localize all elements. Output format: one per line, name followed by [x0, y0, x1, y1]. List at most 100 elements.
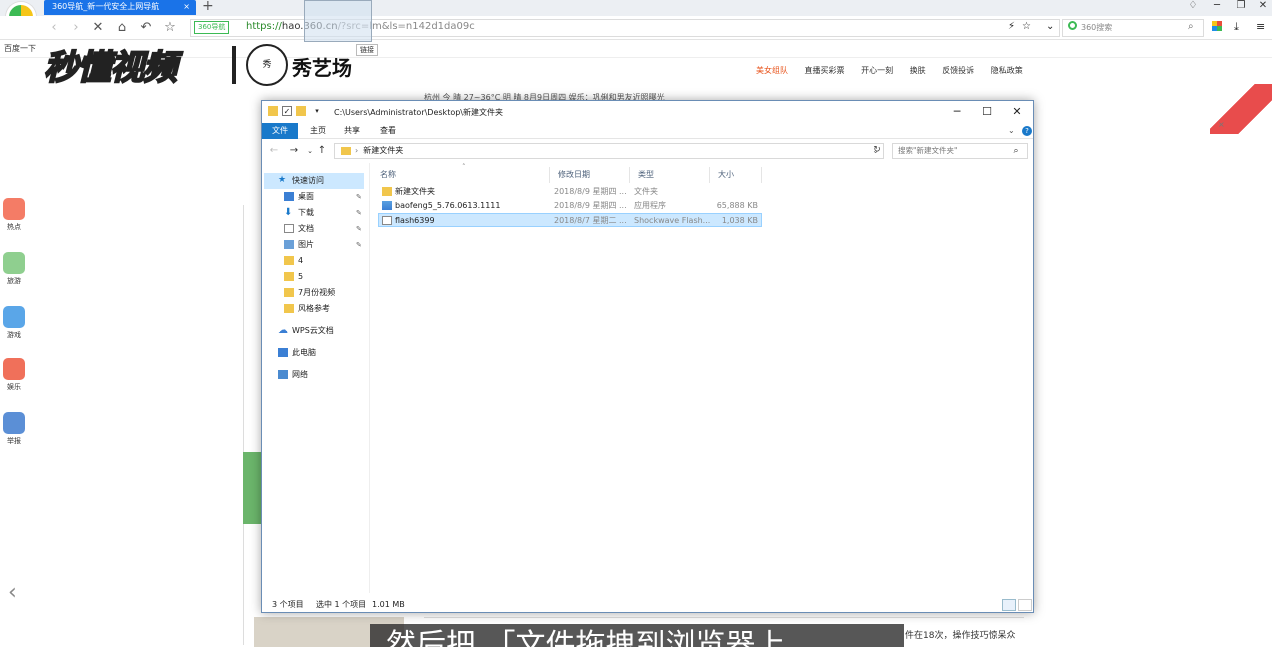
maximize-icon[interactable]: ☐: [972, 104, 1002, 120]
tab-file[interactable]: 文件: [262, 123, 298, 139]
menu-icon[interactable]: ≡: [1256, 20, 1265, 33]
pin-icon[interactable]: ♢: [1182, 0, 1204, 14]
minimize-icon[interactable]: ─: [1206, 0, 1228, 14]
column-type[interactable]: 类型: [630, 167, 710, 183]
drag-link-tooltip: 链接: [356, 44, 378, 56]
nav-wps-cloud[interactable]: ☁ WPS云文档: [278, 323, 334, 339]
apps-icon[interactable]: [1212, 21, 1222, 31]
pin-icon[interactable]: ✎: [356, 193, 362, 201]
forward-icon[interactable]: →: [288, 144, 300, 158]
details-view-icon[interactable]: [1002, 599, 1016, 611]
ad-close-icon[interactable]: ×: [1218, 120, 1225, 129]
tab-share[interactable]: 共享: [344, 123, 360, 139]
nav-network[interactable]: 网络: [278, 367, 308, 383]
nav-desktop[interactable]: 桌面: [284, 189, 314, 205]
properties-icon[interactable]: ✓: [282, 106, 292, 116]
folder-icon: [284, 272, 294, 281]
explorer-title: C:\Users\Administrator\Desktop\新建文件夹: [334, 108, 503, 117]
navigation-row: ← → ⌄ ↑ › 新建文件夹 ⌄ ↻ 搜索"新建文件夹" ⌕: [262, 141, 1033, 161]
large-icons-view-icon[interactable]: [1018, 599, 1032, 611]
customize-dropdown-icon[interactable]: ▾: [312, 106, 322, 116]
tab-home[interactable]: 主页: [310, 123, 326, 139]
tab-close-icon[interactable]: ×: [183, 0, 190, 14]
travel-icon: [3, 252, 25, 274]
file-list: ˄ 名称 修改日期 类型 大小 新建文件夹 2018/8/9 星期四 ... 文…: [372, 163, 1032, 593]
lightning-icon[interactable]: ⚡: [1008, 21, 1015, 32]
pin-icon[interactable]: ✎: [356, 241, 362, 249]
table-row[interactable]: baofeng5_5.76.0613.1111 2018/8/9 星期四 ...…: [378, 199, 762, 213]
help-icon[interactable]: ?: [1022, 126, 1032, 136]
path-crumb[interactable]: 新建文件夹: [363, 146, 403, 155]
nav-folder-4[interactable]: 4: [284, 253, 303, 269]
stop-icon[interactable]: ✕: [90, 20, 106, 36]
side-item-travel[interactable]: 旅游: [2, 252, 26, 286]
close-icon[interactable]: ✕: [1002, 104, 1032, 120]
search-icon[interactable]: ⌕: [1010, 144, 1022, 158]
nav-folder-july-video[interactable]: 7月份视频: [284, 285, 335, 301]
explorer-titlebar[interactable]: ✓ ▾ C:\Users\Administrator\Desktop\新建文件夹…: [262, 101, 1033, 123]
link-item[interactable]: 开心一刻: [861, 66, 893, 75]
page-news-text[interactable]: 件在18次，操作技巧惊呆众: [905, 628, 1015, 641]
home-icon[interactable]: ⌂: [114, 20, 130, 36]
pin-icon[interactable]: ✎: [356, 209, 362, 217]
nav-quick-access[interactable]: ★ 快速访问: [264, 173, 364, 189]
explorer-search-input[interactable]: 搜索"新建文件夹": [892, 143, 1028, 159]
close-icon[interactable]: ✕: [1252, 0, 1272, 14]
refresh-icon[interactable]: ↻: [870, 143, 884, 159]
minimize-icon[interactable]: ─: [942, 104, 972, 120]
expand-ribbon-icon[interactable]: ⌄: [1008, 123, 1015, 139]
table-row[interactable]: 新建文件夹 2018/8/9 星期四 ... 文件夹: [378, 185, 762, 199]
navigation-pane: ★ 快速访问 桌面 ✎ ⬇ 下载 ✎ 文档 ✎ 图片 ✎ 4 5 7月份视频 风格参…: [262, 163, 370, 593]
scroll-left-icon[interactable]: ‹: [8, 580, 17, 605]
watermark-seal: 秀: [246, 44, 288, 86]
link-item[interactable]: 美女组队: [756, 66, 788, 75]
column-name[interactable]: 名称: [372, 167, 550, 183]
nav-this-pc[interactable]: 此电脑: [278, 345, 316, 361]
tab-view[interactable]: 查看: [380, 123, 396, 139]
side-item-game[interactable]: 游戏: [2, 306, 26, 340]
path-bar[interactable]: › 新建文件夹 ⌄: [334, 143, 884, 159]
side-item-hot[interactable]: 热点: [2, 198, 26, 232]
link-item[interactable]: 直播买彩票: [805, 66, 845, 75]
nav-downloads[interactable]: ⬇ 下载: [284, 205, 314, 221]
nav-label: 图片: [298, 240, 314, 249]
browser-search-input[interactable]: 360搜索: [1062, 19, 1204, 37]
side-item-ent[interactable]: 娱乐: [2, 358, 26, 392]
nav-pictures[interactable]: 图片: [284, 237, 314, 253]
link-item[interactable]: 反馈投诉: [942, 66, 974, 75]
file-date: 2018/8/9 星期四 ...: [554, 201, 627, 210]
nav-label: 此电脑: [292, 348, 316, 357]
watermark-divider: [232, 46, 236, 84]
watermark-xiuyi: 秀艺场: [292, 56, 352, 80]
back-icon[interactable]: ←: [268, 144, 280, 158]
favorite-star-icon[interactable]: ☆: [162, 20, 178, 36]
table-row-selected[interactable]: flash6399 2018/8/7 星期二 ... Shockwave Fla…: [378, 213, 762, 227]
nav-label: 7月份视频: [298, 288, 336, 297]
search-icon[interactable]: ⌕: [1188, 21, 1194, 32]
bookmark-star-icon[interactable]: ☆: [1022, 21, 1031, 32]
recent-dropdown-icon[interactable]: ⌄: [304, 144, 316, 158]
undo-icon[interactable]: ↶: [138, 20, 154, 36]
link-item[interactable]: 隐私政策: [991, 66, 1023, 75]
bookmark-baidu[interactable]: 百度一下: [4, 43, 36, 54]
dropdown-icon[interactable]: ⌄: [1046, 21, 1054, 32]
new-folder-icon[interactable]: [296, 106, 306, 116]
ribbon-tabs: 文件 主页 共享 查看 ⌄ ?: [262, 123, 1033, 139]
page-column: [243, 205, 263, 645]
side-item-report[interactable]: 举报: [2, 412, 26, 446]
new-tab-button[interactable]: +: [202, 0, 216, 14]
pin-icon[interactable]: ✎: [356, 225, 362, 233]
nav-folder-5[interactable]: 5: [284, 269, 303, 285]
forward-icon[interactable]: ›: [68, 20, 84, 36]
nav-documents[interactable]: 文档: [284, 221, 314, 237]
up-icon[interactable]: ↑: [316, 144, 328, 158]
column-date[interactable]: 修改日期: [550, 167, 630, 183]
browser-tab[interactable]: 360导航_新一代安全上网导航 ×: [44, 0, 196, 15]
back-icon[interactable]: ‹: [46, 20, 62, 36]
maximize-icon[interactable]: ❐: [1230, 0, 1252, 14]
link-item[interactable]: 换肤: [910, 66, 926, 75]
nav-folder-style-ref[interactable]: 风格参考: [284, 301, 330, 317]
tab-title: 360导航_新一代安全上网导航: [52, 2, 160, 11]
column-size[interactable]: 大小: [710, 167, 762, 183]
download-icon[interactable]: ⤓: [1234, 20, 1239, 34]
